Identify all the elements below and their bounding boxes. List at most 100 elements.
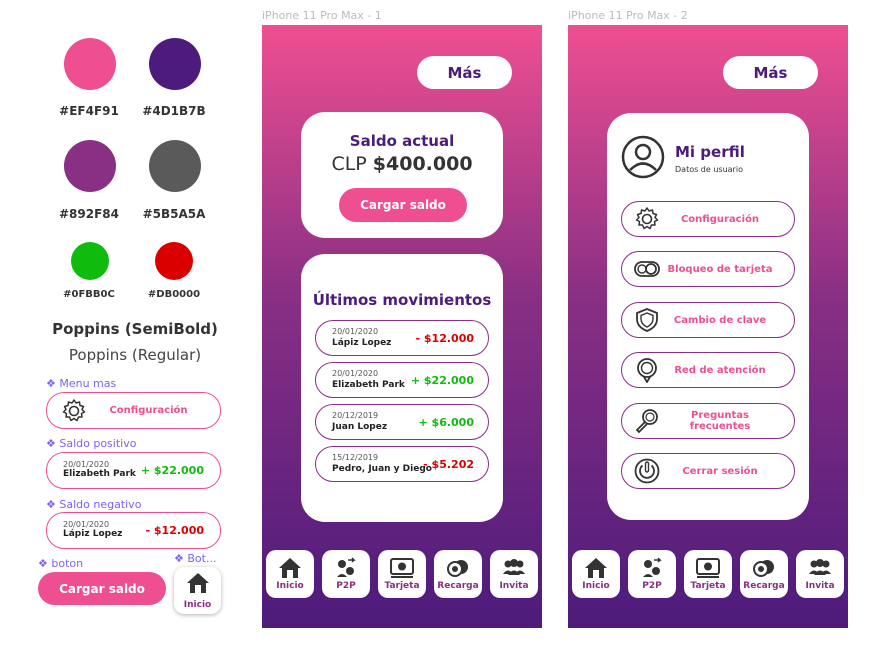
movement-amount: - $12.000 [415, 332, 475, 345]
gear-icon [61, 398, 87, 424]
swatch-indigo-label: #4D1B7B [142, 104, 206, 118]
swatch-gray [149, 140, 201, 192]
nav-inicio[interactable]: Inicio [266, 550, 314, 598]
perfil-subtitle: Datos de usuario [675, 165, 743, 174]
location-pin-icon [634, 357, 660, 383]
menu-example-label: Configuración [109, 405, 188, 416]
swatch-purple [64, 140, 116, 192]
inicio-example-label: Inicio [183, 599, 212, 610]
saldo-value: $400.000 [372, 153, 473, 175]
home-icon [278, 557, 302, 579]
movement-name: Pedro, Juan y Diego [332, 464, 432, 474]
menu-item-bloqueo[interactable]: Bloqueo de tarjeta [621, 251, 795, 287]
menu-item-configuracion[interactable]: Configuración [621, 201, 795, 237]
p2p-icon [334, 557, 358, 579]
movement-row[interactable]: 15/12/2019 Pedro, Juan y Diego - $5.202 [315, 446, 489, 482]
nav-label: Tarjeta [384, 581, 420, 591]
menu-item-label: Cambio de clave [673, 314, 767, 326]
movement-date: 15/12/2019 [332, 453, 379, 462]
component-tag-menu: ❖ Menu mas [46, 377, 117, 390]
movimientos-card: Últimos movimientos 20/01/2020 Lápiz Lop… [301, 254, 503, 522]
nav-recarga[interactable]: Recarga [434, 550, 482, 598]
nav-label: Tarjeta [690, 581, 726, 591]
negative-amount: - $12.000 [145, 524, 205, 537]
user-avatar-icon [621, 135, 665, 183]
home-icon [584, 557, 608, 579]
p2p-icon [640, 557, 664, 579]
nav-invita[interactable]: Invita [796, 550, 844, 598]
frame-title-2: iPhone 11 Pro Max - 2 [568, 9, 688, 22]
people-icon [807, 557, 833, 579]
nav-p2p[interactable]: P2P [322, 550, 370, 598]
saldo-amount: CLP $400.000 [301, 153, 503, 175]
swatch-pink-label: #EF4F91 [59, 104, 119, 118]
nav-label: Invita [499, 581, 529, 591]
cargar-saldo-example-button[interactable]: Cargar saldo [38, 572, 166, 605]
menu-item-label: Bloqueo de tarjeta [667, 263, 773, 275]
saldo-currency: CLP [331, 153, 373, 175]
negative-date: 20/01/2020 [63, 520, 110, 529]
nav-tarjeta[interactable]: Tarjeta [684, 550, 732, 598]
phone-frame-2: Más Mi perfil Datos de usuario Configura… [568, 25, 848, 628]
swatch-indigo [149, 38, 201, 90]
menu-example-button[interactable]: Configuración [46, 392, 221, 429]
swatch-purple-label: #892F84 [59, 207, 119, 221]
movement-date: 20/01/2020 [332, 369, 379, 378]
nav-recarga[interactable]: Recarga [740, 550, 788, 598]
card-icon [695, 557, 721, 579]
movement-amount: - $5.202 [423, 458, 474, 471]
phone-frame-1: Más Saldo actual CLP $400.000 Cargar sal… [262, 25, 542, 628]
menu-item-red-atencion[interactable]: Red de atención [621, 352, 795, 388]
positive-date: 20/01/2020 [63, 460, 110, 469]
saldo-card: Saldo actual CLP $400.000 Cargar saldo [301, 112, 503, 238]
positive-balance-row: 20/01/2020 Elizabeth Park + $22.000 [46, 452, 221, 489]
gear-icon [634, 206, 660, 232]
power-icon [634, 458, 660, 484]
coins-icon [752, 557, 776, 579]
positive-amount: + $22.000 [140, 464, 204, 477]
positive-name: Elizabeth Park [63, 469, 136, 479]
nav-inicio[interactable]: Inicio [572, 550, 620, 598]
card-icon [389, 557, 415, 579]
inicio-example-button[interactable]: Inicio [174, 567, 221, 614]
menu-item-cerrar-sesion[interactable]: Cerrar sesión [621, 453, 795, 489]
nav-label: Recarga [437, 581, 479, 591]
perfil-card: Mi perfil Datos de usuario Configuración… [607, 113, 809, 520]
magnifier-icon [634, 408, 660, 434]
component-tag-positive: ❖ Saldo positivo [46, 437, 137, 450]
mas-button[interactable]: Más [723, 56, 818, 89]
swatch-green [71, 242, 109, 280]
movement-amount: + $6.000 [418, 416, 475, 429]
component-tag-negative: ❖ Saldo negativo [46, 498, 142, 511]
frame-title-1: iPhone 11 Pro Max - 1 [262, 9, 382, 22]
home-icon [186, 572, 210, 598]
menu-item-label: Red de atención [674, 364, 766, 376]
movement-date: 20/12/2019 [332, 411, 379, 420]
movement-row[interactable]: 20/01/2020 Lápiz Lopez - $12.000 [315, 320, 489, 356]
nav-tarjeta[interactable]: Tarjeta [378, 550, 426, 598]
negative-balance-row: 20/01/2020 Lápiz Lopez - $12.000 [46, 512, 221, 549]
menu-item-preguntas[interactable]: Preguntas frecuentes [621, 403, 795, 439]
movement-name: Lápiz Lopez [332, 338, 392, 348]
nav-invita[interactable]: Invita [490, 550, 538, 598]
movement-row[interactable]: 20/01/2020 Elizabeth Park + $22.000 [315, 362, 489, 398]
shield-icon [634, 307, 660, 333]
movement-row[interactable]: 20/12/2019 Juan Lopez + $6.000 [315, 404, 489, 440]
nav-label: Invita [805, 581, 835, 591]
swatch-pink [64, 38, 116, 90]
swatch-red [155, 242, 193, 280]
nav-p2p[interactable]: P2P [628, 550, 676, 598]
menu-item-label: Preguntas frecuentes [689, 410, 751, 432]
nav-label: P2P [642, 581, 662, 591]
menu-item-label: Cerrar sesión [682, 465, 758, 477]
nav-label: P2P [336, 581, 356, 591]
menu-item-cambio-clave[interactable]: Cambio de clave [621, 302, 795, 338]
mas-button[interactable]: Más [417, 56, 512, 89]
nav-label: Recarga [743, 581, 785, 591]
font-regular-label: Poppins (Regular) [68, 346, 202, 364]
people-icon [501, 557, 527, 579]
cargar-saldo-button[interactable]: Cargar saldo [339, 188, 467, 222]
swatch-gray-label: #5B5A5A [142, 207, 206, 221]
movement-name: Juan Lopez [332, 422, 388, 432]
saldo-title: Saldo actual [349, 132, 455, 150]
